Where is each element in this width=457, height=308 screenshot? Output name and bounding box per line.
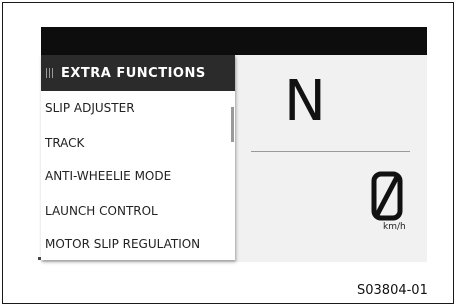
menu-item-launch-control[interactable]: LAUNCH CONTROL <box>45 201 158 221</box>
menu-item-motor-slip-regulation[interactable]: MOTOR SLIP REGULATION <box>45 234 200 254</box>
extra-functions-menu: EXTRA FUNCTIONS SLIP ADJUSTER TRACK ANTI… <box>41 55 235 260</box>
status-bar <box>41 27 427 55</box>
figure-reference: S03804-01 <box>357 283 428 298</box>
speed-readout: 0 <box>371 171 403 221</box>
speed-unit: km/h <box>383 222 406 232</box>
menu-item-anti-wheelie-mode[interactable]: ANTI-WHEELIE MODE <box>45 166 171 186</box>
menu-title: EXTRA FUNCTIONS <box>61 65 206 81</box>
dashboard-divider <box>251 151 410 152</box>
grip-icon <box>46 68 53 78</box>
menu-header: EXTRA FUNCTIONS <box>41 55 235 91</box>
gear-indicator: N <box>284 69 326 134</box>
menu-corner-marker <box>38 257 41 260</box>
menu-scrollbar[interactable] <box>231 107 234 142</box>
menu-item-slip-adjuster[interactable]: SLIP ADJUSTER <box>45 98 135 118</box>
menu-item-track[interactable]: TRACK <box>45 133 84 153</box>
